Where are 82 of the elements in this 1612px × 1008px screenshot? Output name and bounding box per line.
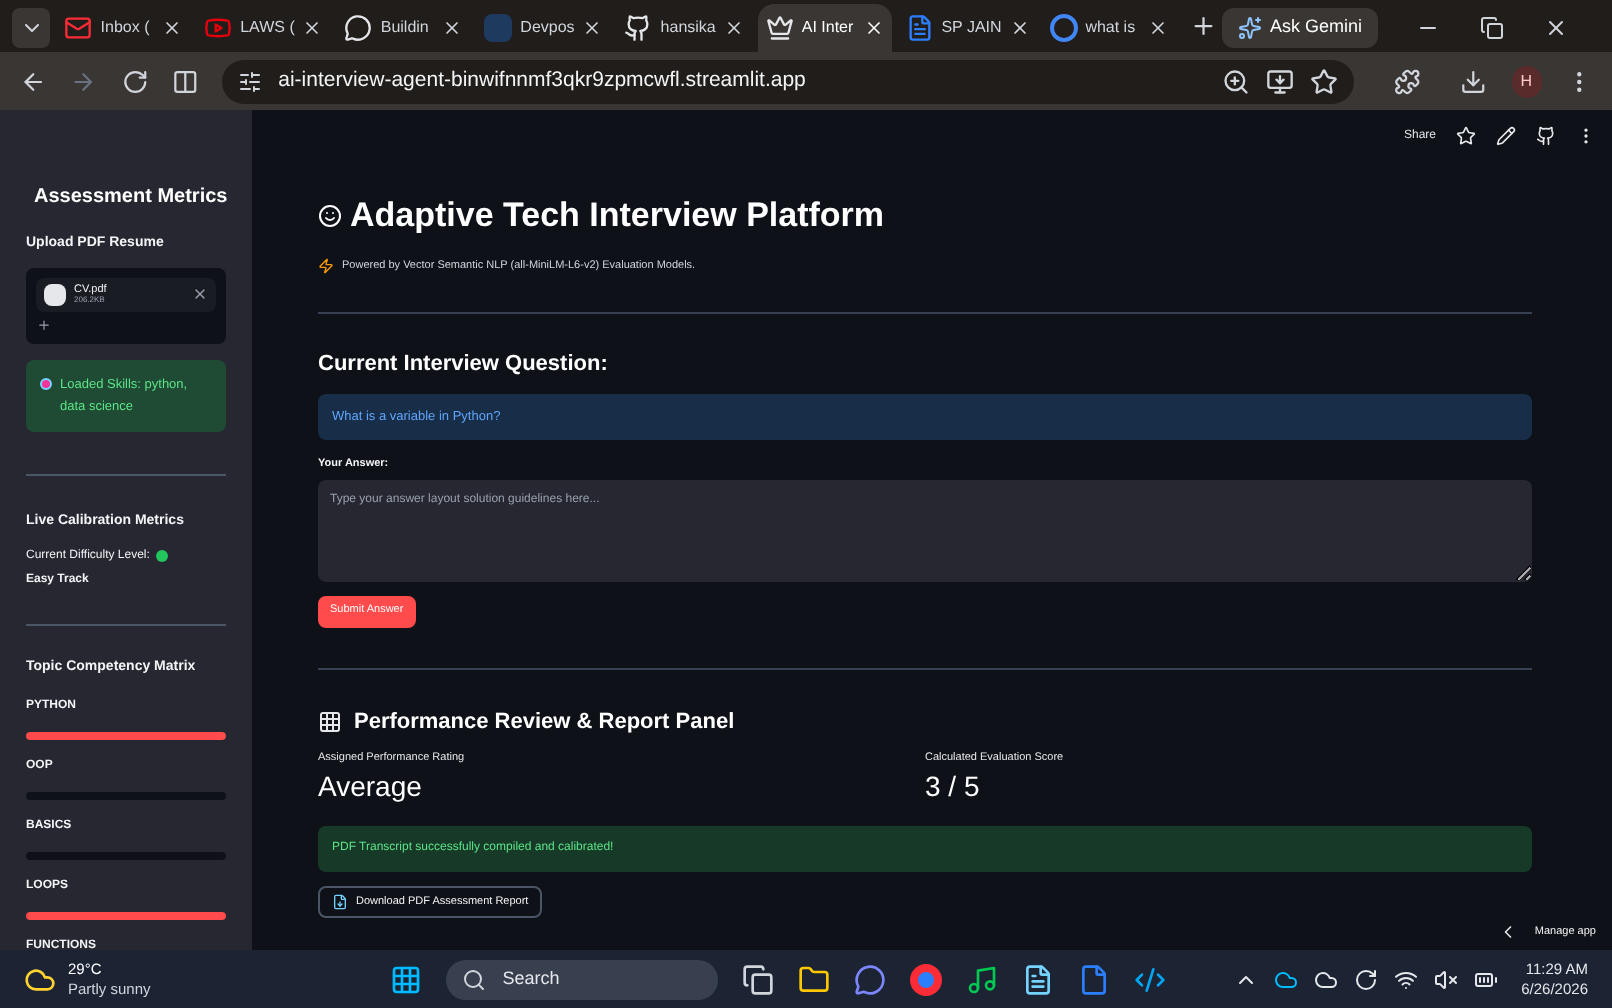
sync-icon[interactable] <box>1353 967 1378 991</box>
search-icon <box>462 967 487 991</box>
reload-icon[interactable] <box>121 67 148 95</box>
tab-title: Buildin <box>380 16 429 40</box>
browser-tab[interactable]: Devpos <box>476 4 611 52</box>
tab-menu-button[interactable] <box>12 8 51 48</box>
github-icon <box>624 14 653 42</box>
mail-icon <box>64 14 93 42</box>
document-icon <box>905 14 934 42</box>
notepad-icon[interactable] <box>1022 963 1055 995</box>
page-title: Adaptive Tech Interview Platform <box>350 194 885 238</box>
task-view-icon[interactable] <box>742 963 775 995</box>
tab-title: LAWS ( <box>240 16 295 40</box>
tab-title: Devpos <box>520 16 575 40</box>
back-icon[interactable] <box>20 67 47 95</box>
browser-tab[interactable]: LAWS ( <box>196 4 331 52</box>
edit-icon[interactable] <box>1496 126 1516 146</box>
bookmark-icon[interactable] <box>1310 67 1339 95</box>
restore-icon[interactable] <box>1480 16 1505 40</box>
cloud-icon[interactable] <box>1273 967 1298 991</box>
remove-icon[interactable] <box>192 286 208 303</box>
tab-title: hansika <box>660 16 716 40</box>
github-icon[interactable] <box>1536 126 1556 146</box>
cloud-icon[interactable] <box>1313 967 1338 991</box>
browser-tab[interactable]: SP JAIN <box>897 4 1036 52</box>
weather-icon[interactable] <box>24 963 56 995</box>
close-icon[interactable] <box>1544 16 1569 40</box>
section-heading: Current Interview Question: <box>318 349 610 380</box>
start-icon[interactable] <box>390 963 423 995</box>
tab-title: SP JAIN <box>941 16 1002 40</box>
document-icon <box>332 894 348 911</box>
sidebar-title: Assessment Metrics <box>34 184 228 212</box>
target-icon <box>40 377 52 389</box>
wifi-icon[interactable] <box>1393 967 1418 991</box>
close-icon[interactable] <box>442 18 463 38</box>
video-icon <box>204 14 233 42</box>
battery-icon[interactable] <box>1473 967 1498 991</box>
browser-tab[interactable]: AI Inter <box>757 4 892 52</box>
section-heading: Performance Review & Report Panel <box>354 707 735 737</box>
site-settings-icon[interactable] <box>238 69 263 93</box>
lightning-icon <box>318 257 334 274</box>
new-tab-icon[interactable] <box>1189 12 1216 40</box>
metric-value: 3 / 5 <box>925 768 982 807</box>
close-icon[interactable] <box>1147 18 1167 38</box>
close-icon[interactable] <box>582 18 603 38</box>
browser-tab[interactable]: what is <box>1041 4 1175 52</box>
add-icon[interactable] <box>36 318 52 333</box>
close-icon[interactable] <box>302 18 323 38</box>
profile-avatar[interactable]: H <box>1511 65 1542 97</box>
file-icon <box>44 283 66 306</box>
browser-tab[interactable]: Buildin <box>336 4 471 52</box>
download-icon[interactable] <box>1460 67 1488 95</box>
install-icon[interactable] <box>1266 67 1295 95</box>
browser-tab[interactable]: Inbox ( <box>56 4 191 52</box>
close-icon[interactable] <box>1009 18 1030 38</box>
browser-icon[interactable] <box>910 963 943 995</box>
gemini-button[interactable]: Ask Gemini <box>1222 8 1379 48</box>
star-icon[interactable] <box>1456 126 1476 146</box>
sparkle-icon <box>1238 16 1262 40</box>
address-bar[interactable]: ai-interview-agent-binwifnnmf3qkr9zpmcwfl.streamlit.app <box>222 59 1355 103</box>
folder-icon[interactable] <box>798 963 831 995</box>
close-icon[interactable] <box>863 18 884 38</box>
tab-title: what is <box>1085 16 1136 40</box>
close-icon[interactable] <box>723 18 744 38</box>
tab-title: Inbox ( <box>100 16 150 40</box>
code-editor-icon[interactable] <box>1134 963 1167 995</box>
document-icon[interactable] <box>1078 963 1111 995</box>
zoom-icon[interactable] <box>1222 67 1251 95</box>
close-icon[interactable] <box>162 18 183 38</box>
search-field[interactable]: Search <box>446 959 719 999</box>
chat-icon[interactable] <box>854 963 887 995</box>
metric-value: Average <box>318 768 424 807</box>
extensions-icon[interactable] <box>1394 67 1421 95</box>
chat-icon <box>344 14 373 42</box>
mute-icon[interactable] <box>1433 967 1458 991</box>
crown-icon <box>765 14 794 42</box>
split-view-icon[interactable] <box>171 67 199 95</box>
music-icon[interactable] <box>966 963 999 995</box>
smiley-icon <box>318 203 342 228</box>
browser-tab[interactable]: hansika <box>616 4 752 52</box>
forward-icon[interactable] <box>70 67 98 95</box>
tab-title: AI Inter <box>801 16 854 40</box>
